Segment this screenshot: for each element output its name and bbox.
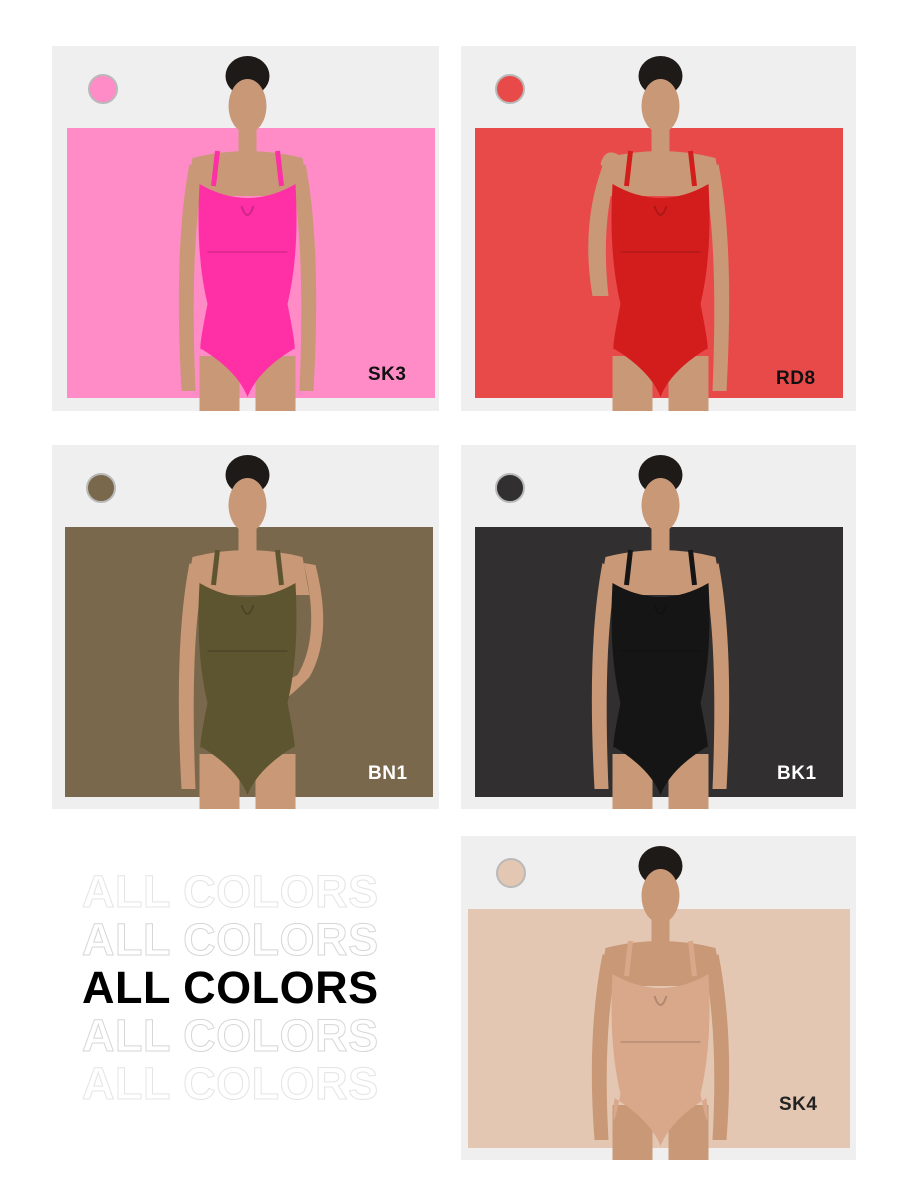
headline-outline-line: ALL COLORS <box>82 1058 379 1109</box>
color-code-label: SK3 <box>368 364 407 385</box>
headline-outline-line: ALL COLORS <box>82 866 379 917</box>
model-photo-icon <box>178 56 317 411</box>
color-card-sk3[interactable]: SK3 <box>52 46 439 411</box>
model-photo-icon <box>588 56 730 411</box>
color-code-label: SK4 <box>779 1094 818 1115</box>
color-code-label: RD8 <box>776 368 816 389</box>
color-code-label: BK1 <box>777 763 817 784</box>
color-card-rd8[interactable]: RD8 <box>461 46 856 411</box>
model-photo-icon <box>178 455 324 809</box>
headline-outline-line: ALL COLORS <box>82 1010 379 1061</box>
color-card-bn1[interactable]: BN1 <box>52 445 439 809</box>
color-code-label: BN1 <box>368 763 408 784</box>
all-colors-headline: ALL COLORS ALL COLORS ALL COLORS ALL COL… <box>82 866 412 1109</box>
color-card-bk1[interactable]: BK1 <box>461 445 856 809</box>
headline-solid-line: ALL COLORS <box>82 962 379 1013</box>
headline-outline-line: ALL COLORS <box>82 914 379 965</box>
color-card-sk4[interactable]: SK4 <box>461 836 856 1160</box>
model-photo-icon <box>591 455 730 809</box>
